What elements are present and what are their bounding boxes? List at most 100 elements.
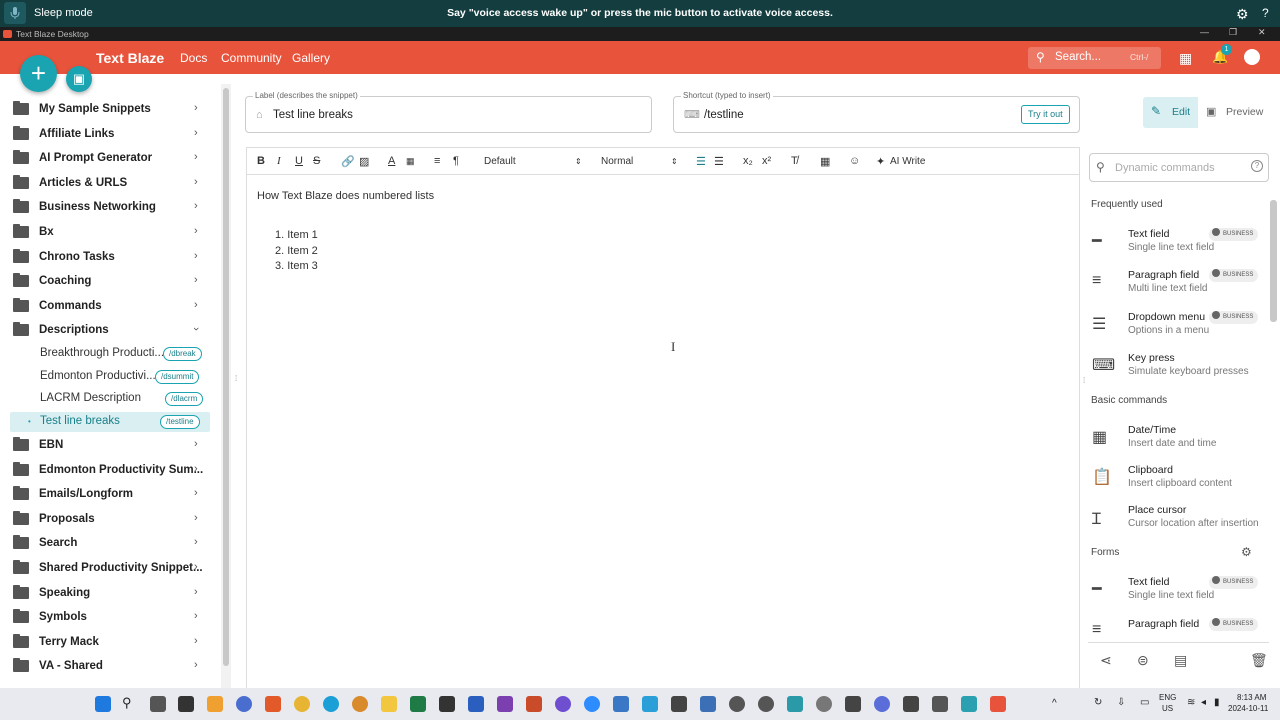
region-code[interactable]: US [1162, 704, 1173, 713]
command-text-field[interactable]: ━ Text field Single line text field BUSINES… [1088, 223, 1268, 263]
app-icon[interactable] [932, 696, 948, 712]
gear-icon[interactable]: ⚙ [1236, 6, 1249, 23]
sidebar-folder[interactable]: Chrono Tasks › [0, 246, 210, 270]
brave-icon[interactable] [265, 696, 281, 712]
strikethrough-icon[interactable]: S [313, 155, 320, 167]
app-icon[interactable] [874, 696, 890, 712]
sidebar-folder[interactable]: My Sample Snippets › [0, 98, 210, 122]
nav-gallery[interactable]: Gallery [292, 51, 330, 65]
file-explorer-icon[interactable] [381, 696, 397, 712]
app-icon[interactable] [613, 696, 629, 712]
underline-icon[interactable]: U [295, 155, 303, 167]
app-icon[interactable] [961, 696, 977, 712]
apps-grid-icon[interactable]: ▦ [1179, 50, 1192, 67]
clock-time[interactable]: 8:13 AM [1237, 693, 1266, 702]
command-text-field[interactable]: ━ Text field Single line text field BUSINES… [1088, 571, 1268, 611]
task-view-icon[interactable] [150, 696, 166, 712]
clear-format-icon[interactable]: T̸ [791, 155, 798, 167]
app-icon[interactable] [439, 696, 455, 712]
close-icon[interactable]: ✕ [1258, 27, 1266, 38]
command-clipboard[interactable]: 📋 Clipboard Insert clipboard content [1088, 459, 1268, 499]
app-icon[interactable] [236, 696, 252, 712]
snippet-item[interactable]: LACRM Description/dlacrm [10, 389, 210, 409]
app-icon[interactable] [816, 696, 832, 712]
sidebar-folder[interactable]: Business Networking › [0, 196, 210, 220]
search-icon[interactable]: ⚲ [122, 695, 138, 711]
app-icon[interactable] [555, 696, 571, 712]
windows-start-icon[interactable] [95, 696, 111, 712]
minimize-icon[interactable]: — [1200, 27, 1209, 37]
numbered-list-icon[interactable]: ☰ [696, 155, 706, 168]
trash-icon[interactable]: 🗑 [1250, 652, 1268, 669]
sync-icon[interactable]: ↻ [1094, 697, 1102, 708]
app-icon[interactable] [787, 696, 803, 712]
sidebar-folder[interactable]: Proposals › [0, 508, 210, 532]
powerpoint-icon[interactable] [526, 696, 542, 712]
sidebar-folder[interactable]: Speaking › [0, 582, 210, 606]
sidebar-folder[interactable]: Emails/Longform › [0, 483, 210, 507]
scrollbar-thumb[interactable] [223, 88, 229, 666]
edit-mode-button[interactable]: ✎ Edit [1143, 97, 1198, 128]
maximize-icon[interactable]: ❐ [1229, 27, 1237, 38]
ai-write-button[interactable]: AI Write [890, 156, 925, 167]
chevron-up-icon[interactable]: ^ [1052, 698, 1057, 709]
sidebar-folder[interactable]: AI Prompt Generator › [0, 147, 210, 171]
nav-community[interactable]: Community [221, 51, 282, 65]
chrome-icon[interactable] [294, 696, 310, 712]
app-icon[interactable] [729, 696, 745, 712]
nav-docs[interactable]: Docs [180, 51, 207, 65]
italic-icon[interactable]: I [277, 155, 281, 167]
superscript-icon[interactable]: x² [762, 155, 771, 167]
subscript-icon[interactable]: x₂ [743, 155, 753, 167]
magic-wand-icon[interactable]: ✦ [876, 155, 885, 168]
snippet-item[interactable]: Edmonton Productivi.../dsummit [10, 367, 210, 387]
sidebar-folder-shared[interactable]: VA - Shared › [0, 655, 210, 679]
sidebar-folder[interactable]: Coaching › [0, 270, 210, 294]
text-color-icon[interactable]: A [388, 155, 395, 167]
new-snippet-button[interactable]: + [20, 55, 57, 92]
size-select[interactable]: Normal [601, 156, 633, 167]
snippet-item[interactable]: Breakthrough Producti.../dbreak [10, 344, 210, 364]
brand-title[interactable]: Text Blaze [96, 50, 164, 66]
sidebar-scrollbar[interactable] [221, 84, 231, 688]
avatar[interactable] [1244, 49, 1260, 65]
gear-icon[interactable]: ⚙ [1241, 545, 1252, 559]
paragraph-direction-icon[interactable]: ¶ [453, 155, 459, 167]
command-date-time[interactable]: ▦ Date/Time Insert date and time [1088, 419, 1268, 459]
app-icon[interactable] [903, 696, 919, 712]
search-input[interactable]: ⚲ Search... Ctrl-/ [1028, 47, 1161, 69]
snippet-item-selected[interactable]: • Test line breaks/testline [10, 412, 210, 432]
help-icon[interactable]: ? [1262, 6, 1269, 20]
sidebar-folder[interactable]: Symbols › [0, 606, 210, 630]
bullet-list-icon[interactable]: ☰ [714, 155, 724, 168]
wifi-icon[interactable]: ≋ [1187, 697, 1195, 708]
command-paragraph-field[interactable]: ≡ Paragraph field Multi line text field BUS… [1088, 264, 1268, 304]
battery-status-icon[interactable]: ▮ [1214, 697, 1220, 708]
label-field[interactable]: ⌂ Test line breaks [245, 96, 652, 133]
share-icon[interactable]: ⋖ [1100, 652, 1112, 669]
resize-handle[interactable]: ⁞ [235, 374, 237, 383]
bold-icon[interactable]: B [257, 155, 265, 167]
app-icon[interactable] [845, 696, 861, 712]
try-it-out-button[interactable]: Try it out [1021, 105, 1070, 124]
app-icon[interactable] [758, 696, 774, 712]
font-select[interactable]: Default [484, 156, 516, 167]
sidebar-folder[interactable]: Terry Mack › [0, 631, 210, 655]
snippet-editor[interactable]: B I U S 🔗 ▨ A ▦ ≡ ¶ Default ⇕ Normal ⇕ ☰… [246, 147, 1080, 692]
shortcut-field[interactable]: ⌨ /testline Try it out [673, 96, 1080, 133]
resize-handle[interactable]: ⁞ [1083, 376, 1085, 385]
link-icon[interactable]: 🔗 [341, 155, 355, 168]
app-icon[interactable] [352, 696, 368, 712]
sidebar-folder-expanded[interactable]: Descriptions › [0, 319, 210, 343]
calculator-icon[interactable] [178, 696, 194, 712]
text-blaze-icon[interactable] [990, 696, 1006, 712]
language-code[interactable]: ENG [1159, 693, 1176, 702]
volume-icon[interactable]: ◂ [1201, 697, 1206, 708]
sidebar-folder[interactable]: Articles & URLS › [0, 172, 210, 196]
sidebar-folder-shared[interactable]: Shared Productivity Snippet... › [0, 557, 210, 581]
sidebar-folder[interactable]: Commands › [0, 295, 210, 319]
command-place-cursor[interactable]: Ɪ Place cursor Cursor location after inser… [1088, 499, 1268, 539]
app-icon[interactable] [642, 696, 658, 712]
sidebar-folder[interactable]: EBN › [0, 434, 210, 458]
zoom-icon[interactable] [584, 696, 600, 712]
